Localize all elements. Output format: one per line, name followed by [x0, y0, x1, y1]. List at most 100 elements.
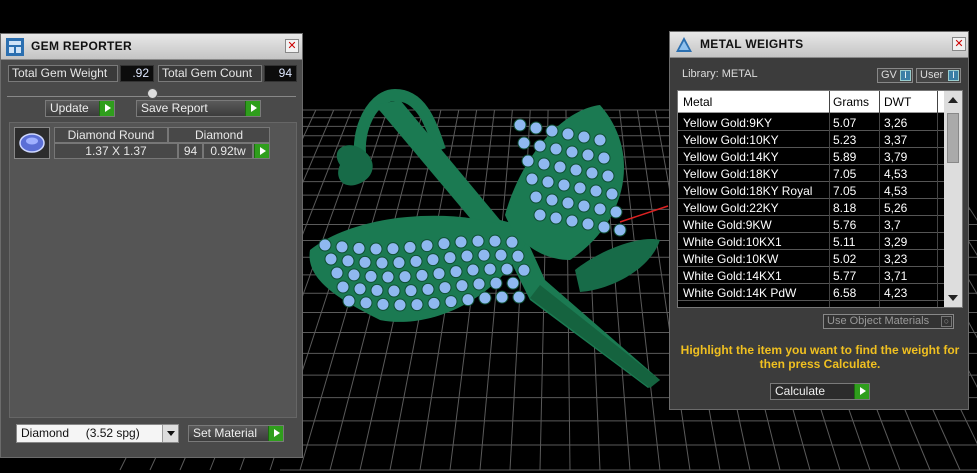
metal-table-row[interactable]: Yellow Gold:18KY 7.05 4,53 [678, 165, 944, 182]
total-gem-count-label: Total Gem Count [158, 65, 262, 82]
diamond-round-thumbnail-icon[interactable] [14, 127, 50, 159]
gem-row-go-button[interactable] [253, 143, 270, 159]
metal-table-row[interactable]: White Gold:14KX1 5.77 3,71 [678, 267, 944, 284]
gem-stone [549, 142, 563, 156]
gem-reporter-close-icon[interactable]: ✕ [285, 39, 299, 53]
set-material-button[interactable]: Set Material [188, 425, 284, 442]
gem-stone [541, 175, 555, 189]
gem-stone [409, 254, 423, 268]
gem-stone [426, 253, 440, 267]
gem-stone [347, 268, 361, 282]
update-go-icon [99, 101, 114, 116]
gem-stone [561, 127, 575, 141]
metal-cell-dwt: 5,26 [884, 201, 908, 215]
gem-stone [364, 269, 378, 283]
gem-reporter-app-icon [5, 37, 25, 57]
gem-stone [398, 270, 412, 284]
use-object-materials-checkbox-icon: ○ [941, 316, 952, 327]
gem-stone [370, 283, 384, 297]
metal-table-row[interactable]: Yellow Gold:9KY 5.07 3,26 [678, 114, 944, 131]
gem-stone [585, 166, 599, 180]
set-material-button-label: Set Material [193, 426, 258, 440]
metal-cell-grams: 5.11 [833, 235, 856, 249]
gem-reporter-title: GEM REPORTER [31, 39, 132, 53]
set-material-go-icon [268, 426, 283, 441]
scrollbar-thumb[interactable] [947, 113, 959, 163]
gv-toggle-label: GV [881, 69, 897, 81]
use-object-materials-toggle[interactable]: Use Object Materials ○ [823, 314, 954, 329]
total-gem-weight-label: Total Gem Weight [8, 65, 118, 82]
scroll-down-icon[interactable] [948, 295, 958, 301]
gem-stone [387, 284, 401, 298]
metal-cell-grams: 5.02 [833, 252, 857, 266]
gem-stone [359, 296, 373, 310]
user-toggle[interactable]: User I [916, 68, 961, 83]
gem-stone [565, 145, 579, 159]
metal-weights-close-icon[interactable]: ✕ [952, 37, 966, 51]
column-header-dwt[interactable]: DWT [884, 95, 911, 109]
gem-stone [358, 255, 372, 269]
metal-cell-metal: Yellow Gold:18KY Royal [683, 184, 813, 198]
metal-cell-grams: 7.05 [833, 184, 857, 198]
gem-stone [517, 136, 531, 150]
save-report-button[interactable]: Save Report [136, 100, 261, 117]
gem-stone [460, 249, 474, 263]
metal-table-row[interactable]: White Gold:10KW 5.02 3,23 [678, 250, 944, 267]
metal-table-row[interactable]: White Gold:14K PdW 6.58 4,23 [678, 284, 944, 301]
gem-stone [376, 297, 390, 311]
material-select[interactable]: Diamond (3.52 spg) [16, 424, 179, 443]
metal-cell-grams: 8.18 [833, 201, 857, 215]
gem-stone [471, 234, 485, 248]
column-header-grams[interactable]: Grams [833, 95, 869, 109]
calculate-button[interactable]: Calculate [770, 383, 870, 400]
gem-stone [488, 234, 502, 248]
gv-toggle[interactable]: GV I [877, 68, 913, 83]
metal-weights-titlebar[interactable]: METAL WEIGHTS ✕ [670, 32, 968, 58]
metal-cell-metal: Yellow Gold:9KY [683, 116, 772, 130]
gem-stone [593, 133, 607, 147]
gem-stone [581, 217, 595, 231]
gem-stone [444, 295, 458, 309]
gem-stone [525, 172, 539, 186]
gem-weight-cell: 0.92tw [203, 143, 253, 159]
metal-table-row[interactable]: Yellow Gold:10KY 5.23 3,37 [678, 131, 944, 148]
gem-stone [386, 242, 400, 256]
gv-checkbox-icon: I [900, 70, 911, 81]
gem-stone [342, 294, 356, 308]
metal-table-scrollbar[interactable] [944, 91, 962, 307]
metal-table-row[interactable]: White Gold:9KW 5.76 3,7 [678, 216, 944, 233]
metal-table-row[interactable]: Yellow Gold:18KY Royal 7.05 4,53 [678, 182, 944, 199]
gem-stone [500, 262, 514, 276]
gem-stone [352, 241, 366, 255]
gem-shape-cell: Diamond Round [54, 127, 168, 143]
metal-cell-dwt: 3,79 [884, 150, 908, 164]
metal-table-row[interactable]: White Gold:10KX1 5.11 3,29 [678, 233, 944, 250]
metal-cell-metal: Yellow Gold:14KY [683, 150, 779, 164]
metal-cell-dwt: 3,71 [884, 269, 908, 283]
column-divider [829, 91, 830, 307]
gem-stone [336, 280, 350, 294]
gem-stone [577, 130, 591, 144]
column-divider [937, 91, 938, 307]
metal-table-row[interactable]: Yellow Gold:22KY 8.18 5,26 [678, 199, 944, 216]
gem-stone [506, 276, 520, 290]
column-header-metal[interactable]: Metal [683, 95, 712, 109]
gem-stone [597, 151, 611, 165]
chevron-down-icon [162, 425, 178, 442]
instruction-hint: Highlight the item you want to find the … [680, 343, 960, 371]
gem-stone [521, 154, 535, 168]
metal-cell-metal: White Gold:14K PdW [683, 286, 797, 300]
metal-table-row[interactable]: Yellow Gold:14KY 5.89 3,79 [678, 148, 944, 165]
gem-stone [478, 291, 492, 305]
gem-reporter-titlebar[interactable]: GEM REPORTER ✕ [1, 34, 302, 60]
gem-stone [353, 282, 367, 296]
metal-cell-dwt: 4,53 [884, 167, 908, 181]
axis-x-line [619, 205, 669, 223]
metal-cell-grams: 5.77 [833, 269, 857, 283]
metal-cell-grams: 5.76 [833, 218, 857, 232]
panel-slider-knob[interactable] [147, 88, 158, 99]
update-button[interactable]: Update [45, 100, 115, 117]
scroll-up-icon[interactable] [948, 97, 958, 103]
gem-stone [393, 298, 407, 312]
metal-weights-title: METAL WEIGHTS [700, 37, 804, 51]
